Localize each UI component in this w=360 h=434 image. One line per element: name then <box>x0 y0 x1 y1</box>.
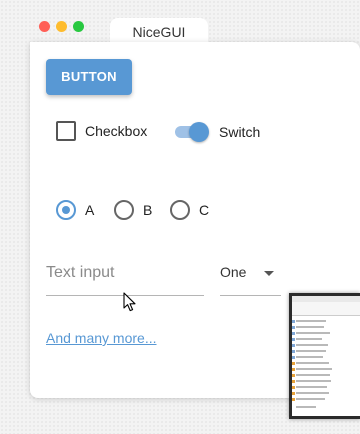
select-dropdown[interactable]: One <box>220 257 281 296</box>
tab-nicegui[interactable]: NiceGUI <box>110 18 208 44</box>
arrow-pointer-icon <box>123 292 136 312</box>
background-window-file-list <box>292 316 360 416</box>
checkbox-label[interactable]: Checkbox <box>85 123 147 139</box>
list-item <box>296 398 325 400</box>
tab-title: NiceGUI <box>132 24 186 40</box>
radio-circle-b[interactable] <box>114 200 134 220</box>
folder-icon <box>292 398 295 401</box>
list-item <box>296 326 324 328</box>
folder-icon <box>292 380 295 383</box>
background-window-toolbar <box>292 302 360 316</box>
list-item <box>296 332 330 334</box>
minimize-window-button[interactable] <box>56 21 67 32</box>
text-input-field[interactable] <box>46 257 204 296</box>
file-icon <box>292 344 295 347</box>
list-item <box>296 380 331 382</box>
folder-icon <box>292 392 295 395</box>
radio-circle-c[interactable] <box>170 200 190 220</box>
list-item <box>296 338 322 340</box>
list-item <box>296 368 332 370</box>
file-icon <box>292 320 295 323</box>
and-many-more-link[interactable]: And many more... <box>46 330 157 346</box>
text-input[interactable] <box>46 257 204 289</box>
caret-down-icon[interactable] <box>264 271 274 276</box>
folder-icon <box>292 368 295 371</box>
radio-selected-dot <box>62 206 70 214</box>
file-icon <box>292 356 295 359</box>
list-item <box>296 362 329 364</box>
list-item <box>296 392 329 394</box>
folder-icon <box>292 386 295 389</box>
list-item <box>296 406 316 408</box>
list-item <box>296 320 326 322</box>
radio-label-a[interactable]: A <box>85 202 94 218</box>
radio-label-b[interactable]: B <box>143 202 152 218</box>
close-window-button[interactable] <box>39 21 50 32</box>
maximize-window-button[interactable] <box>73 21 84 32</box>
select-value[interactable]: One <box>220 264 246 280</box>
list-item <box>296 374 330 376</box>
list-item <box>296 350 326 352</box>
file-icon <box>292 332 295 335</box>
file-icon <box>292 338 295 341</box>
folder-icon <box>292 362 295 365</box>
checkbox-box[interactable] <box>56 121 76 141</box>
list-item <box>296 386 327 388</box>
background-app-window[interactable] <box>289 293 360 419</box>
switch-thumb[interactable] <box>189 122 209 142</box>
list-item <box>296 356 323 358</box>
switch-label[interactable]: Switch <box>219 124 260 140</box>
list-item <box>296 344 328 346</box>
file-icon <box>292 326 295 329</box>
file-icon <box>292 350 295 353</box>
tab-strip: NiceGUI <box>30 18 360 44</box>
demo-button[interactable]: BUTTON <box>46 59 132 95</box>
folder-icon <box>292 374 295 377</box>
radio-label-c[interactable]: C <box>199 202 209 218</box>
radio-circle-a[interactable] <box>56 200 76 220</box>
